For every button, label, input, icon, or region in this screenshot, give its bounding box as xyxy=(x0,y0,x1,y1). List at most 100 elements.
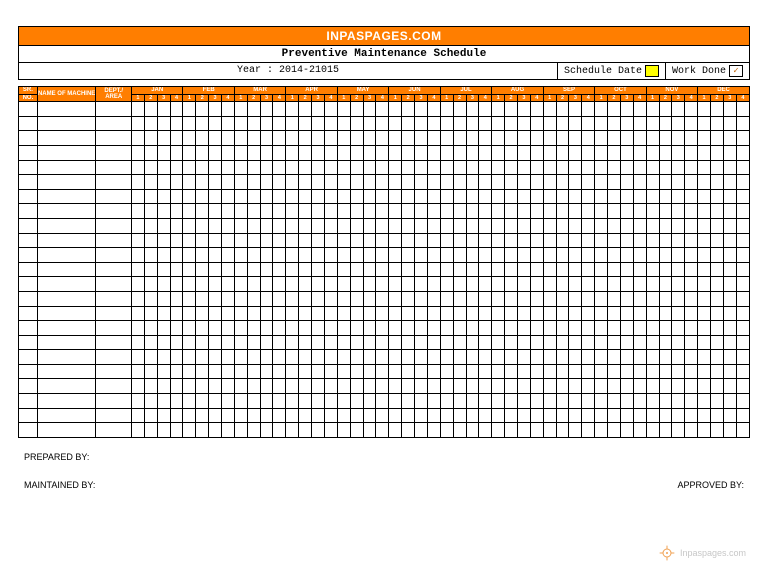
col-week: 1 xyxy=(131,94,144,102)
cell xyxy=(466,248,479,263)
legend-schedule-label: Schedule Date xyxy=(564,66,642,77)
cell xyxy=(582,364,595,379)
cell xyxy=(286,291,299,306)
cell xyxy=(234,189,247,204)
cell xyxy=(363,262,376,277)
cell xyxy=(247,218,260,233)
cell xyxy=(620,131,633,146)
cell xyxy=(131,160,144,175)
cell xyxy=(19,335,38,350)
cell xyxy=(157,379,170,394)
table-row xyxy=(19,145,750,160)
cell xyxy=(376,306,389,321)
cell xyxy=(710,233,723,248)
signature-row-1: PREPARED BY: xyxy=(18,452,750,462)
col-week: 2 xyxy=(247,94,260,102)
cell xyxy=(234,145,247,160)
cell xyxy=(183,306,196,321)
col-month: JUN xyxy=(389,87,440,95)
cell xyxy=(427,379,440,394)
cell xyxy=(376,131,389,146)
cell xyxy=(337,277,350,292)
cell xyxy=(402,364,415,379)
cell xyxy=(556,102,569,117)
cell xyxy=(131,291,144,306)
cell xyxy=(131,335,144,350)
cell xyxy=(595,175,608,190)
col-week: 4 xyxy=(427,94,440,102)
cell xyxy=(144,102,157,117)
cell xyxy=(402,218,415,233)
cell xyxy=(530,189,543,204)
cell xyxy=(453,102,466,117)
cell xyxy=(595,233,608,248)
cell xyxy=(517,116,530,131)
cell xyxy=(723,218,736,233)
cell xyxy=(479,218,492,233)
cell xyxy=(556,291,569,306)
cell xyxy=(350,291,363,306)
cell xyxy=(350,350,363,365)
cell xyxy=(453,131,466,146)
cell xyxy=(299,423,312,438)
cell xyxy=(299,189,312,204)
cell xyxy=(157,277,170,292)
col-month: NOV xyxy=(646,87,697,95)
cell xyxy=(543,262,556,277)
cell xyxy=(698,204,711,219)
cell xyxy=(402,277,415,292)
cell xyxy=(723,233,736,248)
col-week: 1 xyxy=(183,94,196,102)
cell xyxy=(402,160,415,175)
cell xyxy=(402,145,415,160)
cell xyxy=(466,102,479,117)
cell xyxy=(440,145,453,160)
cell xyxy=(170,262,183,277)
cell xyxy=(376,277,389,292)
cell xyxy=(273,131,286,146)
cell xyxy=(144,233,157,248)
cell xyxy=(633,145,646,160)
cell xyxy=(620,394,633,409)
cell xyxy=(337,408,350,423)
cell xyxy=(363,423,376,438)
cell xyxy=(479,277,492,292)
cell xyxy=(363,204,376,219)
cell xyxy=(723,160,736,175)
cell xyxy=(530,277,543,292)
cell xyxy=(595,423,608,438)
cell xyxy=(646,175,659,190)
cell xyxy=(144,189,157,204)
cell xyxy=(37,423,96,438)
col-week: 1 xyxy=(646,94,659,102)
cell xyxy=(659,189,672,204)
cell xyxy=(672,204,685,219)
cell xyxy=(453,145,466,160)
cell xyxy=(19,379,38,394)
cell xyxy=(659,379,672,394)
cell xyxy=(299,131,312,146)
cell xyxy=(517,233,530,248)
cell xyxy=(569,335,582,350)
cell xyxy=(440,423,453,438)
cell xyxy=(209,189,222,204)
cell xyxy=(389,379,402,394)
cell xyxy=(144,160,157,175)
cell xyxy=(723,321,736,336)
cell xyxy=(247,262,260,277)
cell xyxy=(659,131,672,146)
cell xyxy=(415,131,428,146)
cell xyxy=(723,306,736,321)
cell xyxy=(633,423,646,438)
cell xyxy=(170,379,183,394)
cell xyxy=(595,262,608,277)
cell xyxy=(633,248,646,263)
cell xyxy=(415,145,428,160)
cell xyxy=(273,350,286,365)
cell xyxy=(324,277,337,292)
site-banner: INPASPAGES.COM xyxy=(18,26,750,46)
cell xyxy=(543,335,556,350)
cell xyxy=(170,321,183,336)
cell xyxy=(222,291,235,306)
cell xyxy=(247,408,260,423)
